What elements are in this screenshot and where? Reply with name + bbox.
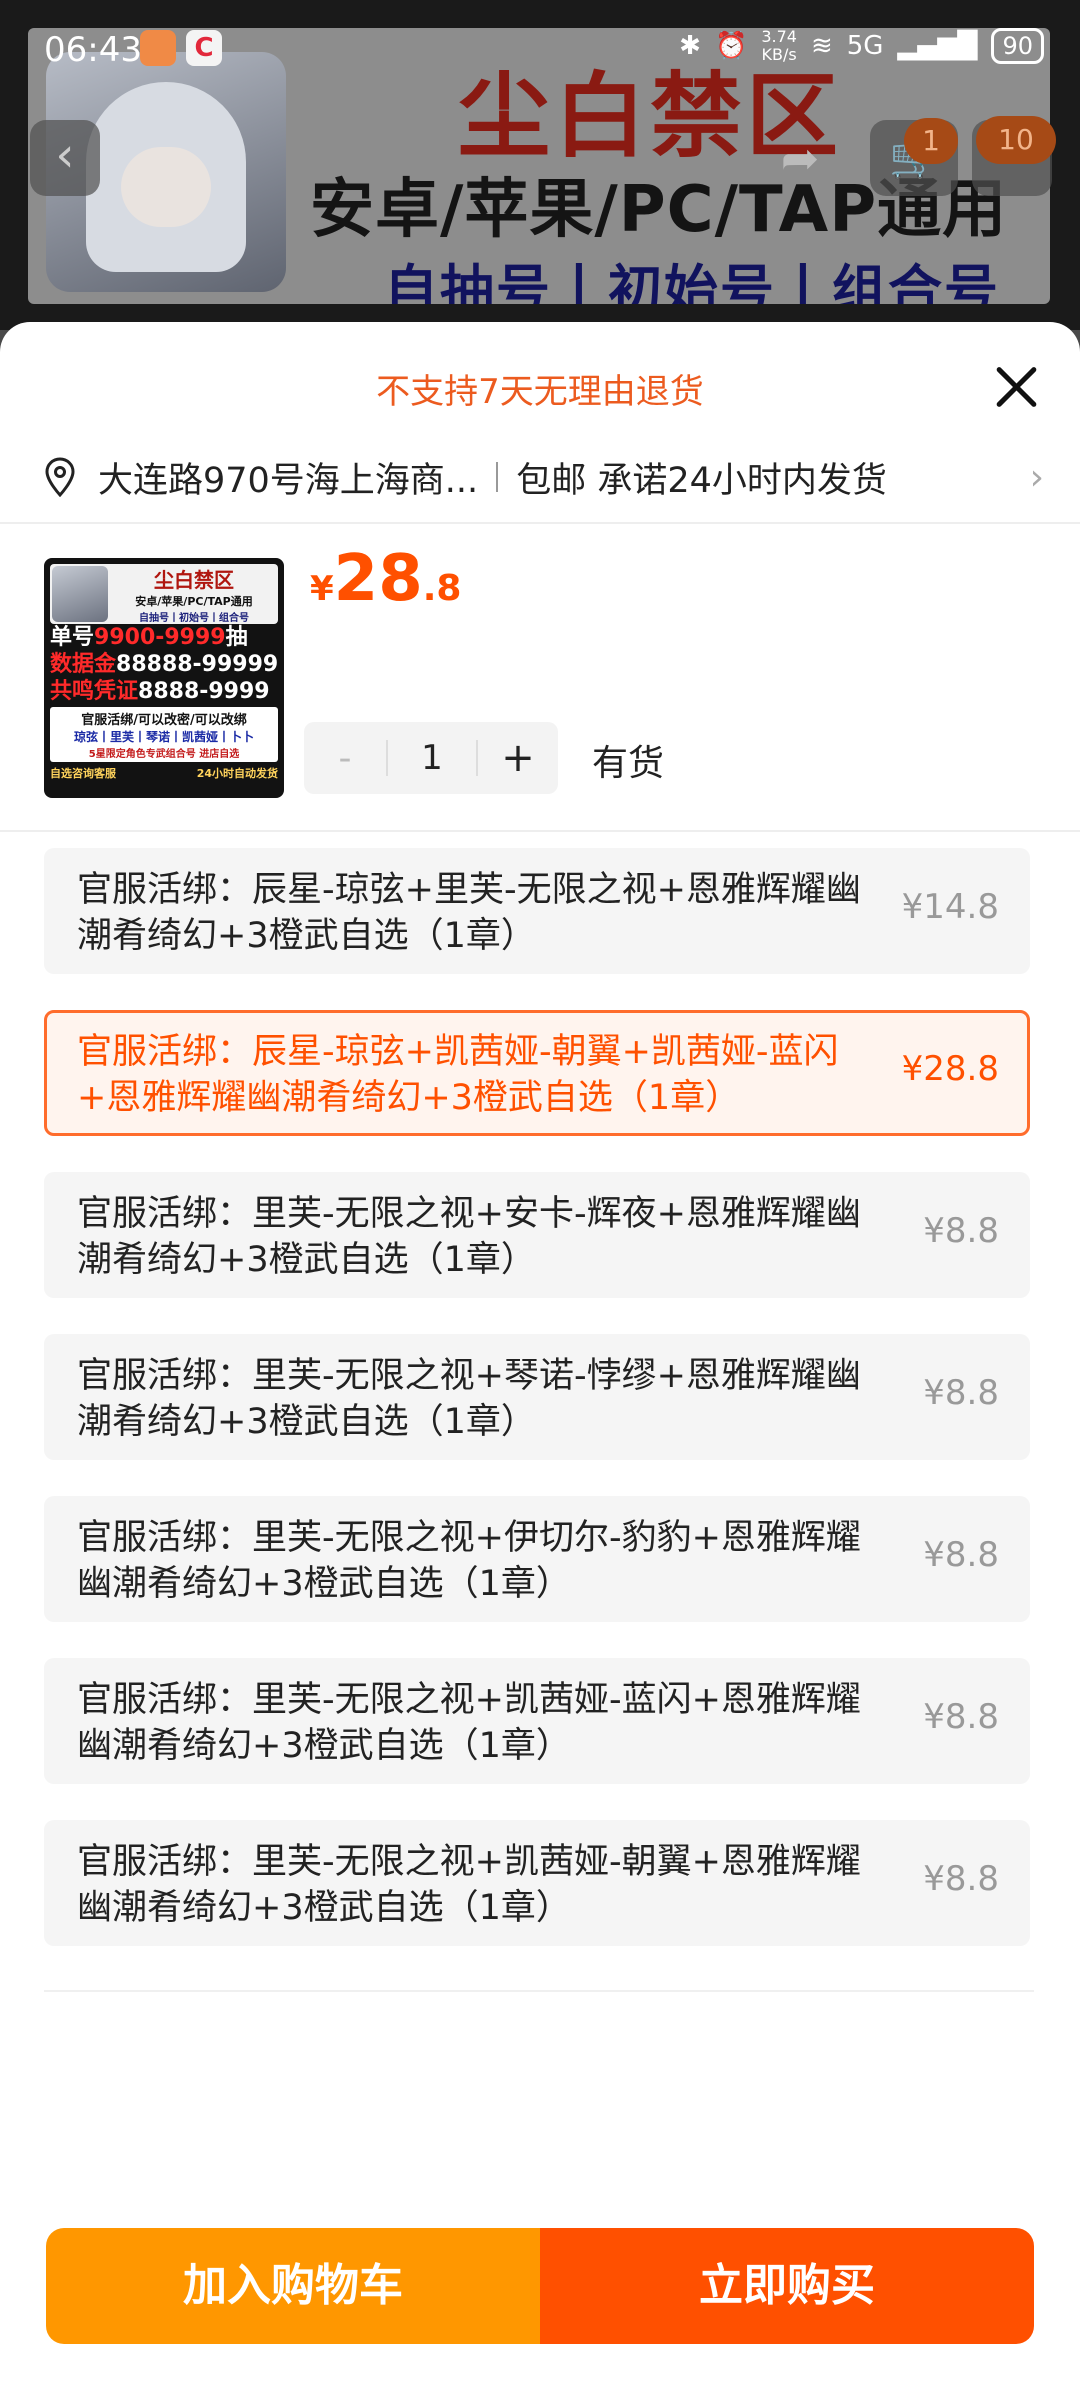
product-thumbnail[interactable]: 尘白禁区 安卓/苹果/PC/TAP通用 自抽号丨初始号丨组合号 单号9900-9… — [44, 558, 284, 798]
thumbnail-footer: 自选咨询客服 24小时自动发货 — [50, 767, 278, 780]
alarm-icon: ⏰ — [714, 31, 748, 61]
divider — [0, 830, 1080, 832]
wifi-icon: ≋ — [810, 31, 833, 61]
sku-option-name: 官服活绑：辰星-琼弦+凯茜娅-朝翼+凯茜娅-蓝闪+恩雅辉耀幽潮肴绮幻+3橙武自选… — [77, 1032, 839, 1118]
chevron-right-icon: › — [1029, 456, 1044, 498]
add-to-cart-button[interactable]: 加入购物车 — [46, 2228, 540, 2344]
stock-status: 有货 — [592, 743, 665, 784]
sku-option-name: 官服活绑：里芙-无限之视+凯茜娅-朝翼+恩雅辉耀幽潮肴绮幻+3橙武自选（1章） — [77, 1842, 861, 1928]
divider — [0, 522, 1080, 524]
bluetooth-icon: ✱ — [679, 31, 701, 61]
selected-price: ¥28.8 — [310, 542, 462, 616]
sku-option-name: 官服活绑：里芙-无限之视+凯茜娅-蓝闪+恩雅辉耀幽潮肴绮幻+3橙武自选（1章） — [77, 1680, 861, 1766]
network-type: 5G — [846, 31, 884, 61]
sku-option[interactable]: 官服活绑：里芙-无限之视+凯茜娅-蓝闪+恩雅辉耀幽潮肴绮幻+3橙武自选（1章） … — [44, 1658, 1030, 1784]
sku-option-price: ¥8.8 — [923, 1535, 999, 1575]
location-pin-icon — [44, 457, 76, 498]
sku-option-name: 官服活绑：里芙-无限之视+安卡-辉夜+恩雅辉耀幽潮肴绮幻+3橙武自选（1章） — [77, 1194, 861, 1280]
sku-selection-sheet: 不支持7天无理由退货 大连路970号海上海商... 包邮 承诺24小时内发货 ›… — [0, 322, 1080, 2387]
delivery-address-row[interactable]: 大连路970号海上海商... 包邮 承诺24小时内发货 › — [44, 442, 1044, 512]
sku-option-price: ¥8.8 — [923, 1211, 999, 1251]
sku-option-price: ¥8.8 — [923, 1697, 999, 1737]
divider — [496, 462, 499, 492]
thumbnail-character-art — [52, 566, 108, 622]
thumbnail-subtitle: 安卓/苹果/PC/TAP通用 — [135, 595, 253, 608]
sku-option-name: 官服活绑：辰星-琼弦+里芙-无限之视+恩雅辉耀幽潮肴绮幻+3橙武自选（1章） — [77, 870, 861, 956]
sku-option-name: 官服活绑：里芙-无限之视+伊切尔-豹豹+恩雅辉耀幽潮肴绮幻+3橙武自选（1章） — [77, 1518, 861, 1604]
thumbnail-line-3: 共鸣凭证8888-9999 — [50, 679, 270, 704]
notification-app-icon — [140, 30, 176, 66]
buy-now-button[interactable]: 立即购买 — [540, 2228, 1034, 2344]
sku-option[interactable]: 官服活绑：里芙-无限之视+琴诺-悖缪+恩雅辉耀幽潮肴绮幻+3橙武自选（1章） ¥… — [44, 1334, 1030, 1460]
action-bar: 加入购物车 立即购买 — [46, 2228, 1034, 2344]
thumbnail-line-1: 单号9900-9999抽 — [50, 625, 248, 650]
sku-option-price: ¥28.8 — [901, 1049, 999, 1089]
thumbnail-info-box: 官服活绑/可以改密/可以改绑 琼弦丨里芙丨琴诺丨凯茜娅丨卜卜 5星限定角色专武组… — [50, 707, 278, 762]
thumbnail-title: 尘白禁区 — [154, 568, 234, 592]
sku-option-name: 官服活绑：里芙-无限之视+琴诺-悖缪+恩雅辉耀幽潮肴绮幻+3橙武自选（1章） — [77, 1356, 861, 1442]
sku-option[interactable]: 官服活绑：辰星-琼弦+里芙-无限之视+恩雅辉耀幽潮肴绮幻+3橙武自选（1章） ¥… — [44, 848, 1030, 974]
quantity-stepper: - 1 + — [304, 722, 558, 794]
thumbnail-line-2: 数据金88888-99999 — [50, 652, 279, 677]
share-icon[interactable]: ➦ — [760, 120, 840, 196]
sku-option-price: ¥14.8 — [901, 887, 999, 927]
sku-option[interactable]: 官服活绑：里芙-无限之视+伊切尔-豹豹+恩雅辉耀幽潮肴绮幻+3橙武自选（1章） … — [44, 1496, 1030, 1622]
quantity-input[interactable]: 1 — [388, 738, 476, 778]
cart-count-badge: 1 — [904, 118, 958, 164]
return-policy-notice: 不支持7天无理由退货 — [376, 372, 704, 412]
sku-option-price: ¥8.8 — [923, 1373, 999, 1413]
battery-indicator: 90 — [991, 28, 1044, 64]
network-speed: 3.74 KB/s — [761, 27, 797, 64]
sku-option[interactable]: 官服活绑：里芙-无限之视+安卡-辉夜+恩雅辉耀幽潮肴绮幻+3橙武自选（1章） ¥… — [44, 1172, 1030, 1298]
close-icon[interactable] — [988, 358, 1044, 414]
notification-app-icon-2: C — [186, 30, 222, 66]
divider — [44, 1990, 1034, 1992]
decrease-quantity-button[interactable]: - — [304, 738, 386, 779]
status-bar: 06:43 C ✱ ⏰ 3.74 KB/s ≋ 5G ▂▄▆█ 90 — [0, 0, 1080, 100]
back-arrow-icon[interactable]: ‹ — [30, 120, 100, 196]
shipping-info: 包邮 承诺24小时内发货 — [516, 460, 887, 501]
sku-option-selected[interactable]: 官服活绑：辰星-琼弦+凯茜娅-朝翼+凯茜娅-蓝闪+恩雅辉耀幽潮肴绮幻+3橙武自选… — [44, 1010, 1030, 1136]
thumbnail-subtitle-2: 自抽号丨初始号丨组合号 — [139, 613, 249, 624]
message-count-badge: 10 — [976, 116, 1056, 164]
banner-account-types: 自抽号丨初始号丨组合号 — [384, 259, 1000, 304]
signal-icon: ▂▄▆█ — [897, 31, 978, 61]
sku-option[interactable]: 官服活绑：里芙-无限之视+凯茜娅-朝翼+恩雅辉耀幽潮肴绮幻+3橙武自选（1章） … — [44, 1820, 1030, 1946]
sku-options-list: 官服活绑：辰星-琼弦+里芙-无限之视+恩雅辉耀幽潮肴绮幻+3橙武自选（1章） ¥… — [44, 848, 1030, 1982]
delivery-address: 大连路970号海上海商... — [98, 460, 479, 501]
status-time: 06:43 — [44, 30, 142, 70]
sku-option-price: ¥8.8 — [923, 1859, 999, 1899]
increase-quantity-button[interactable]: + — [478, 735, 558, 781]
